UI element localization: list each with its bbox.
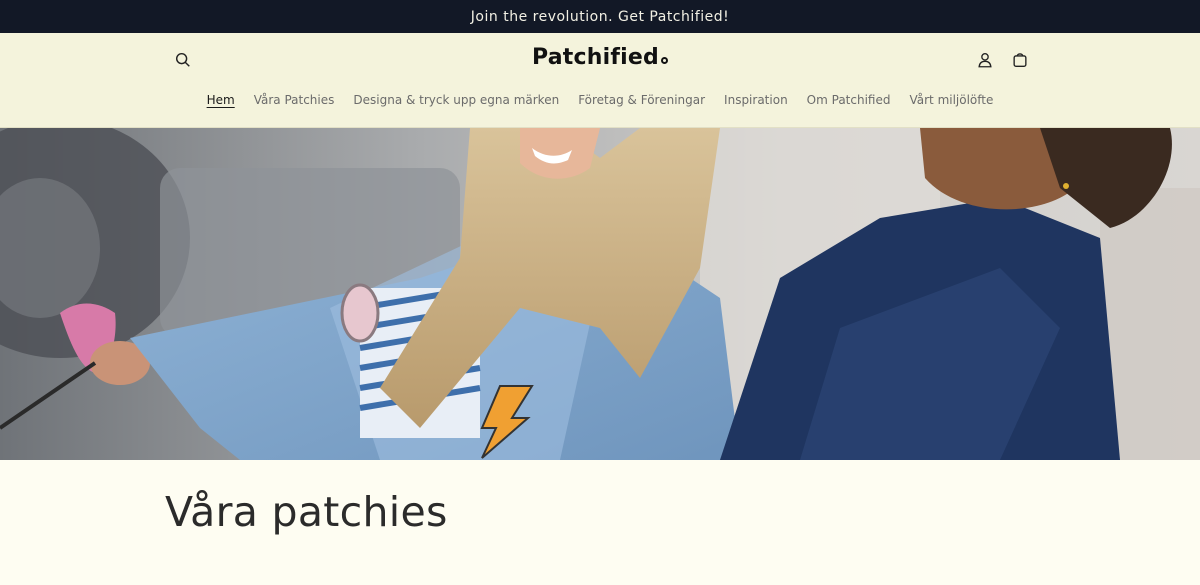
nav-item-miljolofte[interactable]: Vårt miljölöfte (909, 93, 993, 109)
announcement-text: Join the revolution. Get Patchified! (470, 8, 730, 25)
hero-banner-image (0, 128, 1200, 460)
account-button[interactable] (971, 46, 999, 74)
nav-item-hem[interactable]: Hem (207, 93, 235, 109)
nav-item-inspiration[interactable]: Inspiration (724, 93, 788, 109)
nav-item-om-patchified[interactable]: Om Patchified (807, 93, 891, 109)
account-icon (978, 53, 992, 68)
main-navigation: Hem Våra Patchies Designa & tryck upp eg… (0, 93, 1200, 109)
nav-item-vara-patchies[interactable]: Våra Patchies (254, 93, 335, 109)
logo-mark-icon (660, 57, 668, 64)
site-header: Patchified Hem Våra Patchies Designa & t… (0, 33, 1200, 128)
section-title: Våra patchies (165, 488, 448, 536)
announcement-bar: Join the revolution. Get Patchified! (0, 0, 1200, 33)
hero-photo (0, 128, 1200, 460)
logo-text: Patchified (532, 45, 659, 70)
cart-button[interactable] (1006, 46, 1034, 74)
nav-item-designa[interactable]: Designa & tryck upp egna märken (353, 93, 559, 109)
cart-icon (1013, 53, 1027, 67)
nav-item-foretag[interactable]: Företag & Föreningar (578, 93, 705, 109)
